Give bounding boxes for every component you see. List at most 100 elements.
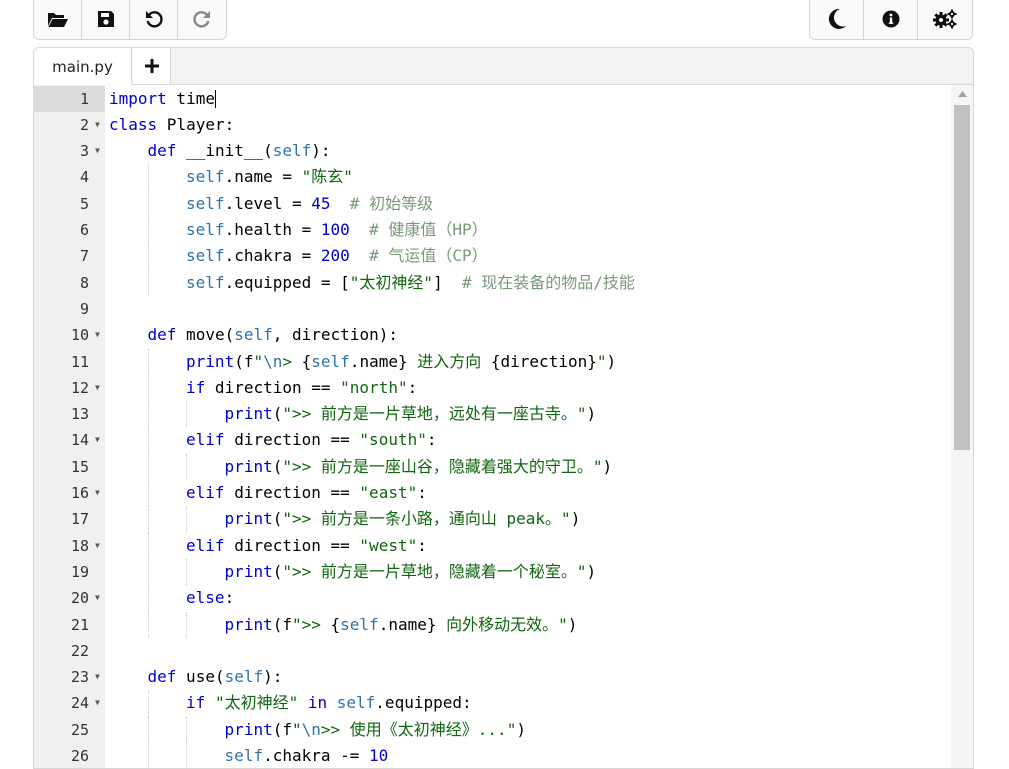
line-number-label: 4 [79, 168, 89, 187]
code-token: .name} [349, 351, 408, 371]
code-token: self [224, 746, 264, 765]
code-line[interactable]: elif direction == "west": [186, 533, 427, 559]
indent-guide [147, 716, 149, 743]
code-token: move( [176, 325, 235, 345]
code-line[interactable]: if direction == "north": [186, 375, 417, 401]
code-area[interactable]: import time class Player: def __init__(sel… [105, 85, 951, 768]
code-token: {direction} [490, 351, 597, 371]
fold-arrow-icon[interactable]: ▼ [95, 138, 100, 164]
fold-arrow-icon[interactable]: ▼ [95, 664, 100, 690]
redo-button[interactable] [178, 0, 226, 39]
code-token: def [147, 667, 177, 687]
code-token: (f [272, 614, 292, 634]
line-number: 13 [34, 401, 105, 427]
line-number: 18 ▼ [34, 533, 105, 559]
fold-arrow-icon[interactable]: ▼ [95, 112, 100, 138]
code-line[interactable]: print(">> 前方是一片草地，隐藏着一个秘室。") [225, 559, 597, 585]
indent-guide [147, 190, 149, 217]
code-token: # 健康值（HP） [369, 220, 488, 239]
code-line[interactable]: print(f">> {self.name} 向外移动无效。") [225, 612, 578, 638]
code-token: .name} [378, 614, 437, 634]
code-line[interactable]: class Player: [109, 112, 234, 138]
line-number-label: 26 [70, 747, 89, 765]
code-token: elif [186, 483, 225, 502]
code-token: " [596, 351, 607, 371]
indent-guide [186, 611, 188, 638]
code-token: ) [570, 509, 581, 529]
undo-button[interactable] [130, 0, 178, 39]
code-token: "太初神经" [349, 272, 434, 292]
vertical-scrollbar[interactable] [951, 85, 973, 768]
line-number: 26 [34, 743, 105, 768]
code-line[interactable]: import time [109, 86, 216, 112]
code-line[interactable]: self.health = 100 # 健康值（HP） [186, 217, 488, 243]
code-line[interactable]: if "太初神经" in self.equipped: [186, 690, 472, 716]
code-token: "north" [340, 377, 408, 397]
line-number: 4 [34, 164, 105, 190]
tab-main-py[interactable]: main.py [34, 48, 132, 85]
fold-arrow-icon[interactable]: ▼ [95, 585, 100, 611]
code-line[interactable]: def use(self): [148, 664, 283, 690]
fold-arrow-icon[interactable]: ▼ [95, 322, 100, 348]
code-token: self [336, 693, 376, 713]
code-token: class [109, 114, 158, 134]
line-number: 15 [34, 454, 105, 480]
code-editor[interactable]: 1 2 ▼ 3 ▼ 4 5 6 7 8 9 10 ▼ 11 12 ▼ 13 14 ▼ 15 16 ▼ 17 18 ▼ 19 20 ▼ 2… [34, 85, 973, 768]
indent-guide [186, 716, 188, 743]
code-token: , direction): [272, 325, 398, 345]
scroll-up-arrow-icon[interactable] [951, 85, 973, 103]
code-line[interactable]: self.level = 45 # 初始等级 [186, 191, 433, 217]
code-line[interactable]: print(">> 前方是一条小路，通向山 peak。") [225, 506, 581, 532]
code-token: direction == [224, 483, 360, 502]
dark-mode-button[interactable] [810, 0, 864, 39]
code-token: " [291, 719, 302, 739]
indent-guide [147, 690, 149, 717]
open-file-button[interactable] [34, 0, 82, 39]
code-token: __init__( [176, 141, 273, 161]
code-token: else [186, 588, 225, 608]
info-button[interactable] [864, 0, 918, 39]
code-line[interactable]: self.name = "陈玄" [186, 164, 353, 190]
code-token: ] [433, 272, 462, 292]
code-line[interactable]: def move(self, direction): [148, 322, 398, 348]
fold-arrow-icon[interactable]: ▼ [95, 533, 100, 559]
code-token: # 初始等级 [349, 193, 434, 213]
settings-button[interactable] [918, 0, 972, 39]
code-line[interactable]: self.chakra = 200 # 气运值（CP） [186, 243, 488, 269]
code-token: .level = [224, 193, 312, 213]
code-line[interactable]: print(">> 前方是一座山谷，隐藏着强大的守卫。") [225, 454, 613, 480]
code-line[interactable]: def __init__(self): [148, 138, 331, 164]
code-token: import [109, 88, 167, 108]
code-token: (f [272, 719, 292, 739]
line-number: 16 ▼ [34, 480, 105, 506]
fold-arrow-icon[interactable]: ▼ [95, 690, 100, 716]
code-line[interactable]: self.chakra -= 10 [224, 743, 389, 768]
code-token: self [186, 272, 225, 292]
view-toolbar [809, 0, 973, 40]
add-tab-button[interactable] [133, 48, 171, 84]
code-token: .name = [224, 167, 302, 187]
fold-arrow-icon[interactable]: ▼ [95, 480, 100, 506]
fold-arrow-icon[interactable]: ▼ [95, 427, 100, 453]
line-number-label: 5 [79, 194, 89, 213]
code-token: .equipped: [375, 693, 472, 713]
line-number-label: 7 [79, 247, 89, 266]
code-token: # 现在装备的物品/技能 [461, 272, 635, 292]
save-button[interactable] [82, 0, 130, 39]
code-line[interactable]: elif direction == "south": [186, 427, 436, 453]
code-line[interactable]: print(f"\n>> 使用《太初神经》...") [225, 717, 526, 743]
line-number: 6 [34, 217, 105, 243]
indent-guide [147, 269, 149, 296]
code-line[interactable]: elif direction == "east": [186, 480, 427, 506]
code-token: { [330, 614, 341, 634]
scrollbar-thumb[interactable] [954, 105, 970, 450]
line-number: 8 [34, 270, 105, 296]
code-line[interactable]: print(">> 前方是一片草地，远处有一座古寺。") [225, 401, 597, 427]
code-token: print [224, 561, 273, 581]
code-line[interactable]: else: [186, 585, 234, 611]
code-line[interactable]: print(f"\n> {self.name} 进入方向 {direction}… [186, 349, 616, 375]
fold-arrow-icon[interactable]: ▼ [95, 375, 100, 401]
code-line[interactable]: self.equipped = ["太初神经"] # 现在装备的物品/技能 [186, 270, 635, 296]
